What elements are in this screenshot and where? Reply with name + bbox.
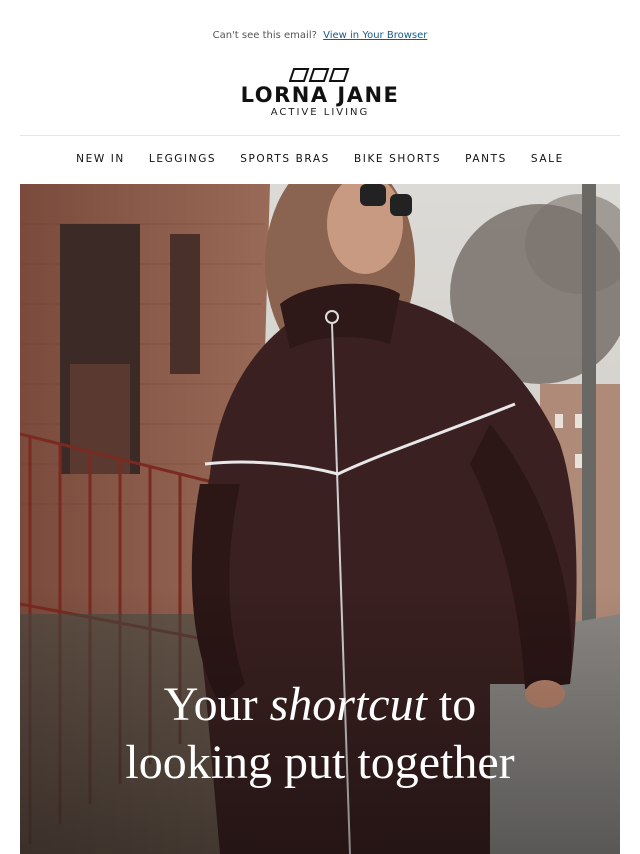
headline-part1: Your [163, 678, 258, 731]
brand-tagline: ACTIVE LIVING [270, 107, 370, 118]
headline-line2: looking put together [125, 736, 515, 789]
headline-emphasis: shortcut [269, 678, 427, 731]
header-divider [20, 135, 620, 136]
headline-part2: to [438, 678, 477, 731]
hero-banner[interactable]: Your shortcut to looking put together [20, 184, 620, 854]
brand-logo[interactable]: LORNA JANE ACTIVE LIVING [0, 68, 640, 119]
hero-headline: Your shortcut to looking put together [20, 676, 620, 792]
preheader-text: Can't see this email? [212, 30, 317, 41]
preheader: Can't see this email? View in Your Brows… [0, 30, 640, 41]
nav-item-bike-shorts[interactable]: BIKE SHORTS [342, 153, 453, 165]
nav-item-new-in[interactable]: NEW IN [64, 153, 137, 165]
nav-item-sports-bras[interactable]: SPORTS BRAS [228, 153, 342, 165]
nav-item-leggings[interactable]: LEGGINGS [137, 153, 228, 165]
view-in-browser-link[interactable]: View in Your Browser [323, 30, 427, 41]
lorna-jane-logo-icon [289, 68, 350, 82]
brand-name: LORNA JANE [240, 83, 400, 107]
nav-item-pants[interactable]: PANTS [453, 153, 519, 165]
nav-item-sale[interactable]: SALE [519, 153, 576, 165]
main-nav: NEW IN LEGGINGS SPORTS BRAS BIKE SHORTS … [0, 153, 640, 165]
